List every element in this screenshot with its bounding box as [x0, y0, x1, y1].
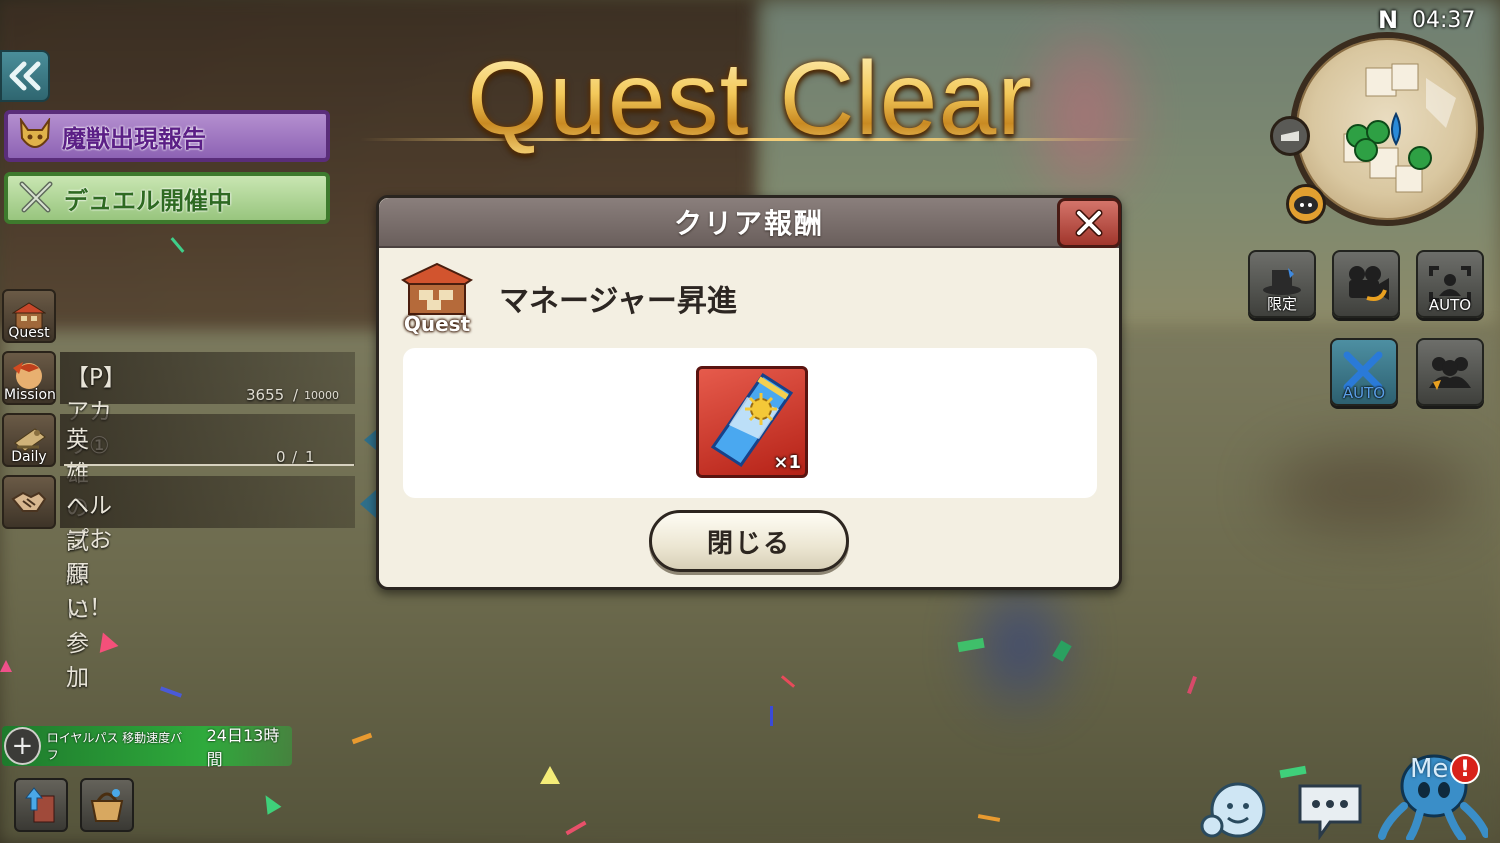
map-zoom-button[interactable] [1270, 116, 1310, 156]
party-button[interactable] [1416, 338, 1484, 406]
handshake-icon [2, 475, 56, 529]
side-tab-arrow [360, 490, 376, 518]
quest-house-icon: Quest [399, 260, 475, 336]
quest-clear-title: Quest Clear [370, 40, 1130, 159]
dialog-close-x-button[interactable] [1057, 198, 1121, 248]
hand-icon [1281, 131, 1299, 141]
crossed-swords-icon [19, 181, 53, 213]
mission-tag: Mission [4, 387, 56, 403]
quest-icon-tag: Quest [403, 312, 471, 336]
smiley-face-icon [1200, 782, 1266, 838]
auto-target-label: AUTO [1428, 296, 1472, 314]
double-chevron-left-icon [9, 61, 41, 91]
video-record-button[interactable] [1332, 250, 1400, 318]
auto-battle-label: AUTO [1342, 384, 1386, 402]
quest-tracker-row[interactable]: Quest [2, 288, 56, 344]
help-text: ヘルプお願い！ [66, 493, 112, 621]
mission-progress-current: 3655 [246, 386, 285, 404]
quest-house-icon: Quest [2, 289, 56, 343]
basket-icon [90, 789, 124, 822]
equipment-upgrade-button[interactable] [14, 778, 68, 832]
confetti-piece [770, 706, 773, 726]
video-camera-icon [1349, 266, 1389, 301]
monster-report-banner[interactable]: 魔獣出現報告 [4, 110, 330, 162]
chat-button[interactable] [1296, 782, 1364, 840]
mission-progress-total: 10000 [304, 389, 339, 402]
daily-tag: Daily [11, 449, 47, 465]
confetti-piece [540, 766, 560, 784]
clear-reward-dialog: クリア報酬 Quest マネージャー昇進 ×1 閉じる [376, 195, 1122, 590]
confetti-piece [0, 660, 12, 672]
background-blob [980, 590, 1060, 700]
quest-name: マネージャー昇進 [499, 284, 737, 319]
mission-tracker-row[interactable]: Mission 【P】アカリ① 3655 / 10000 [2, 350, 355, 459]
dialog-title: クリア報酬 [673, 207, 824, 240]
close-button[interactable]: 閉じる [649, 510, 849, 572]
quest-tag: Quest [8, 325, 50, 341]
reward-item[interactable]: ×1 [696, 366, 808, 478]
shop-basket-button[interactable] [80, 778, 134, 832]
character-face-icon [1294, 196, 1318, 214]
demon-mask-icon [19, 118, 51, 148]
daily-tracker-row[interactable]: Daily 英雄の試練に参加 0 / 1 [2, 412, 355, 691]
side-tab-arrow [364, 430, 376, 450]
me-label: Me [1410, 754, 1449, 784]
octopus-mascot-icon [1378, 754, 1488, 840]
buff-time: 24日13時間 [206, 726, 280, 769]
daily-scroll-icon: Daily [2, 413, 56, 467]
mission-progress-separator: / [293, 386, 299, 404]
plus-icon: + [4, 727, 41, 765]
minimap-terrain [1343, 63, 1456, 193]
emote-button[interactable] [1198, 780, 1270, 842]
reward-quantity: ×1 [773, 452, 801, 473]
close-icon [1075, 209, 1103, 237]
back-button[interactable] [0, 50, 50, 102]
speech-bubble-icon [1298, 784, 1362, 840]
dialog-header: クリア報酬 [379, 198, 1119, 248]
me-menu-button[interactable]: Me ! [1376, 736, 1488, 840]
auto-battle-button[interactable]: AUTO [1330, 338, 1398, 406]
help-request-row[interactable]: ヘルプお願い！ [2, 474, 355, 621]
auto-target-button[interactable]: AUTO [1416, 250, 1484, 318]
buff-name: ロイヤルパス 移動速度バフ [46, 731, 183, 762]
boot-upgrade-icon [24, 787, 55, 823]
map-character-button[interactable] [1286, 184, 1326, 224]
royal-pass-buff-bar[interactable]: + ロイヤルパス 移動速度バフ 24日13時間 [2, 726, 292, 769]
limited-event-button[interactable]: 限定 [1248, 250, 1316, 318]
quest-info-row: Quest マネージャー昇進 [399, 260, 737, 336]
monster-report-label: 魔獣出現報告 [62, 124, 206, 153]
daily-progress-line [64, 464, 354, 466]
compass-north: N [1378, 6, 1399, 34]
mission-portrait-icon: Mission [2, 351, 56, 405]
duel-event-banner[interactable]: デュエル開催中 [4, 172, 330, 224]
reward-box: ×1 [403, 348, 1097, 498]
duel-event-label: デュエル開催中 [64, 186, 232, 215]
background-blob [1270, 450, 1470, 530]
limited-label: 限定 [1266, 295, 1297, 313]
alert-badge: ! [1450, 754, 1480, 784]
party-members-icon [1429, 357, 1471, 390]
clock-time: 04:37 [1412, 8, 1476, 33]
